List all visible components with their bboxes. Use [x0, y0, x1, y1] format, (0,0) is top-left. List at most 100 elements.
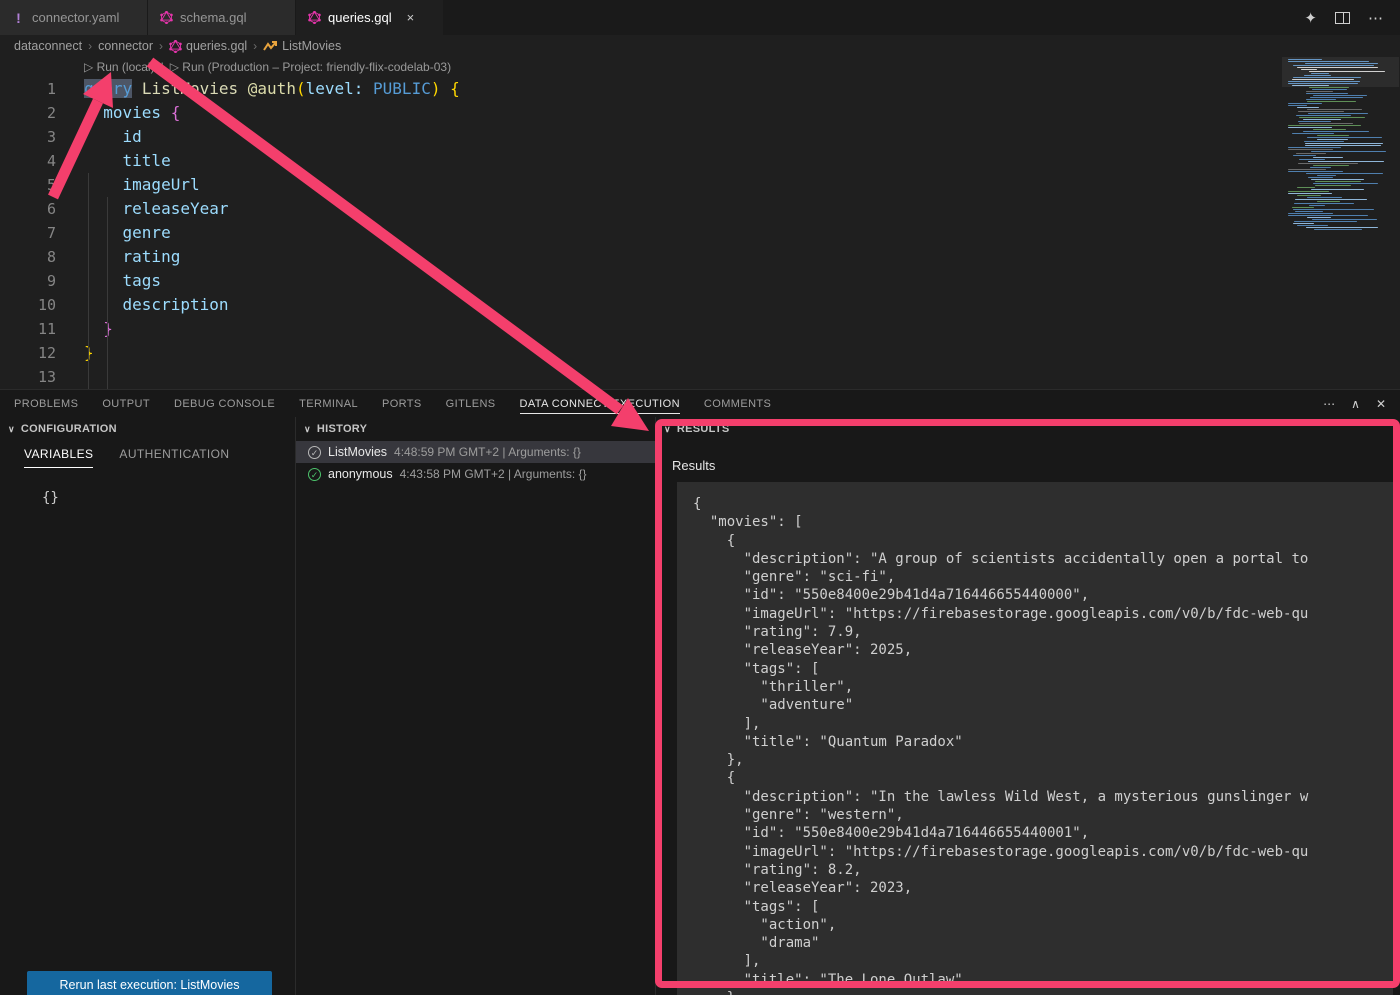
rerun-button[interactable]: Rerun last execution: ListMovies	[27, 971, 272, 995]
minimap-line	[1288, 213, 1333, 214]
ellipsis-icon[interactable]: ⋯	[1368, 9, 1384, 27]
chevron-up-icon[interactable]: ∧	[1351, 397, 1360, 411]
code-line-11[interactable]: 11 }	[0, 317, 1400, 341]
minimap-line	[1317, 135, 1349, 136]
panel-tab-output[interactable]: OUTPUT	[102, 393, 150, 414]
minimap-line	[1317, 139, 1348, 140]
minimap-line	[1308, 177, 1333, 178]
tab-label: queries.gql	[328, 10, 392, 25]
results-json-viewer[interactable]: { "movies": [ { "description": "A group …	[677, 482, 1393, 995]
minimap-line	[1292, 133, 1334, 134]
panel-tab-terminal[interactable]: TERMINAL	[299, 393, 358, 414]
editor-tab-schema-gql[interactable]: schema.gql	[148, 0, 296, 35]
code-line-2[interactable]: 2 movies {	[0, 101, 1400, 125]
chevron-down-icon: ∨	[304, 424, 311, 435]
breadcrumb-item-ListMovies[interactable]: ListMovies	[263, 39, 341, 53]
config-tab-variables[interactable]: VARIABLES	[24, 447, 93, 468]
history-name: anonymous	[328, 467, 393, 481]
history-row-ListMovies[interactable]: ✓ListMovies4:48:59 PM GMT+2 | Arguments:…	[296, 441, 655, 463]
editor-tabs: !connector.yamlschema.gql queries.gql ×	[0, 0, 444, 35]
code-text: query ListMovies @auth(level: PUBLIC) {	[56, 77, 460, 101]
minimap-line	[1313, 95, 1367, 96]
code-token	[84, 103, 103, 122]
minimap-line	[1288, 169, 1326, 170]
code-editor[interactable]: ▷ Run (local) | ▷ Run (Production – Proj…	[0, 57, 1400, 389]
history-header[interactable]: ∨ HISTORY	[296, 417, 655, 441]
code-line-6[interactable]: 6 releaseYear	[0, 197, 1400, 221]
code-text: genre	[56, 221, 171, 245]
code-line-1[interactable]: 1query ListMovies @auth(level: PUBLIC) {	[0, 77, 1400, 101]
variables-editor[interactable]: {}	[42, 490, 295, 506]
editor-tab-bar: !connector.yamlschema.gqlqueries.gql× ✦ …	[0, 0, 1400, 35]
vscode-window: !connector.yamlschema.gqlqueries.gql× ✦ …	[0, 0, 1400, 995]
breadcrumb-item-dataconnect[interactable]: dataconnect	[14, 39, 82, 53]
minimap-line	[1303, 131, 1369, 132]
code-line-3[interactable]: 3 id	[0, 125, 1400, 149]
panel-tab-problems[interactable]: PROBLEMS	[14, 393, 78, 414]
line-number: 9	[0, 269, 56, 293]
config-tab-authentication[interactable]: AUTHENTICATION	[119, 447, 229, 468]
editor-tab-queries-gql[interactable]: queries.gql ×	[296, 0, 444, 35]
minimap-line	[1297, 195, 1321, 196]
code-token: title	[123, 151, 171, 170]
history-meta: 4:43:58 PM GMT+2 | Arguments: {}	[400, 467, 587, 481]
minimap-line	[1305, 145, 1381, 146]
results-header[interactable]: ∨ RESULTS	[656, 417, 1400, 441]
code-line-8[interactable]: 8 rating	[0, 245, 1400, 269]
minimap-line	[1308, 161, 1384, 162]
minimap-line	[1294, 221, 1357, 222]
code-line-4[interactable]: 4 title	[0, 149, 1400, 173]
breadcrumb-item-queries-gql[interactable]: queries.gql	[169, 39, 247, 53]
code-line-7[interactable]: 7 genre	[0, 221, 1400, 245]
minimap-line	[1312, 89, 1347, 90]
sparkle-icon[interactable]: ✦	[1304, 9, 1317, 27]
code-line-5[interactable]: 5 imageUrl	[0, 173, 1400, 197]
close-tab-icon[interactable]: ×	[407, 10, 415, 25]
editor-tab-connector-yaml[interactable]: !connector.yaml	[0, 0, 148, 35]
panel-tab-data-connect-execution[interactable]: DATA CONNECT EXECUTION	[520, 393, 680, 414]
configuration-section: ∨ CONFIGURATION VARIABLESAUTHENTICATION …	[0, 417, 296, 995]
breadcrumb-item-connector[interactable]: connector	[98, 39, 153, 53]
minimap-line	[1310, 97, 1363, 98]
code-line-13[interactable]: 13	[0, 365, 1400, 389]
line-number: 1	[0, 77, 56, 101]
minimap-line	[1293, 209, 1374, 210]
minimap-slider[interactable]	[1282, 57, 1399, 87]
panel-tab-comments[interactable]: COMMENTS	[704, 393, 771, 414]
ellipsis-icon[interactable]: ⋯	[1323, 397, 1335, 411]
graphql-icon	[308, 11, 321, 24]
code-token	[84, 295, 123, 314]
code-token: ListMovies	[142, 79, 238, 98]
split-editor-icon[interactable]	[1335, 12, 1350, 24]
code-token: query	[84, 79, 132, 98]
minimap-line	[1297, 225, 1328, 226]
code-text: rating	[56, 245, 180, 269]
line-number: 12	[0, 341, 56, 365]
minimap-line	[1306, 227, 1378, 228]
history-section: ∨ HISTORY ✓ListMovies4:48:59 PM GMT+2 | …	[296, 417, 656, 995]
panel-tab-debug-console[interactable]: DEBUG CONSOLE	[174, 393, 275, 414]
code-text: imageUrl	[56, 173, 200, 197]
code-line-12[interactable]: 12}	[0, 341, 1400, 365]
status-check-icon: ✓	[308, 468, 321, 481]
code-line-9[interactable]: 9 tags	[0, 269, 1400, 293]
minimap[interactable]	[1282, 57, 1399, 239]
history-row-anonymous[interactable]: ✓ anonymous 4:43:58 PM GMT+2 | Arguments: …	[296, 463, 655, 485]
minimap-line	[1315, 185, 1351, 186]
panel-tab-gitlens[interactable]: GITLENS	[446, 393, 496, 414]
configuration-header[interactable]: ∨ CONFIGURATION	[0, 417, 295, 441]
run-local-link[interactable]: ▷ Run (local)	[84, 60, 155, 74]
minimap-line	[1288, 103, 1322, 104]
close-icon[interactable]: ✕	[1376, 397, 1386, 411]
panel-tab-ports[interactable]: PORTS	[382, 393, 422, 414]
code-line-10[interactable]: 10 description	[0, 293, 1400, 317]
minimap-line	[1296, 153, 1326, 154]
minimap-line	[1311, 189, 1364, 190]
minimap-line	[1313, 157, 1343, 158]
code-token	[84, 199, 123, 218]
configuration-tabs: VARIABLES AUTHENTICATION	[0, 441, 295, 468]
minimap-line	[1288, 127, 1332, 128]
run-production-link[interactable]: ▷ Run (Production – Project: friendly-fl…	[170, 60, 451, 74]
history-list: ✓ListMovies4:48:59 PM GMT+2 | Arguments:…	[296, 441, 655, 485]
results-section: ∨ RESULTS Results { "movies": [ { "descr…	[656, 417, 1400, 995]
